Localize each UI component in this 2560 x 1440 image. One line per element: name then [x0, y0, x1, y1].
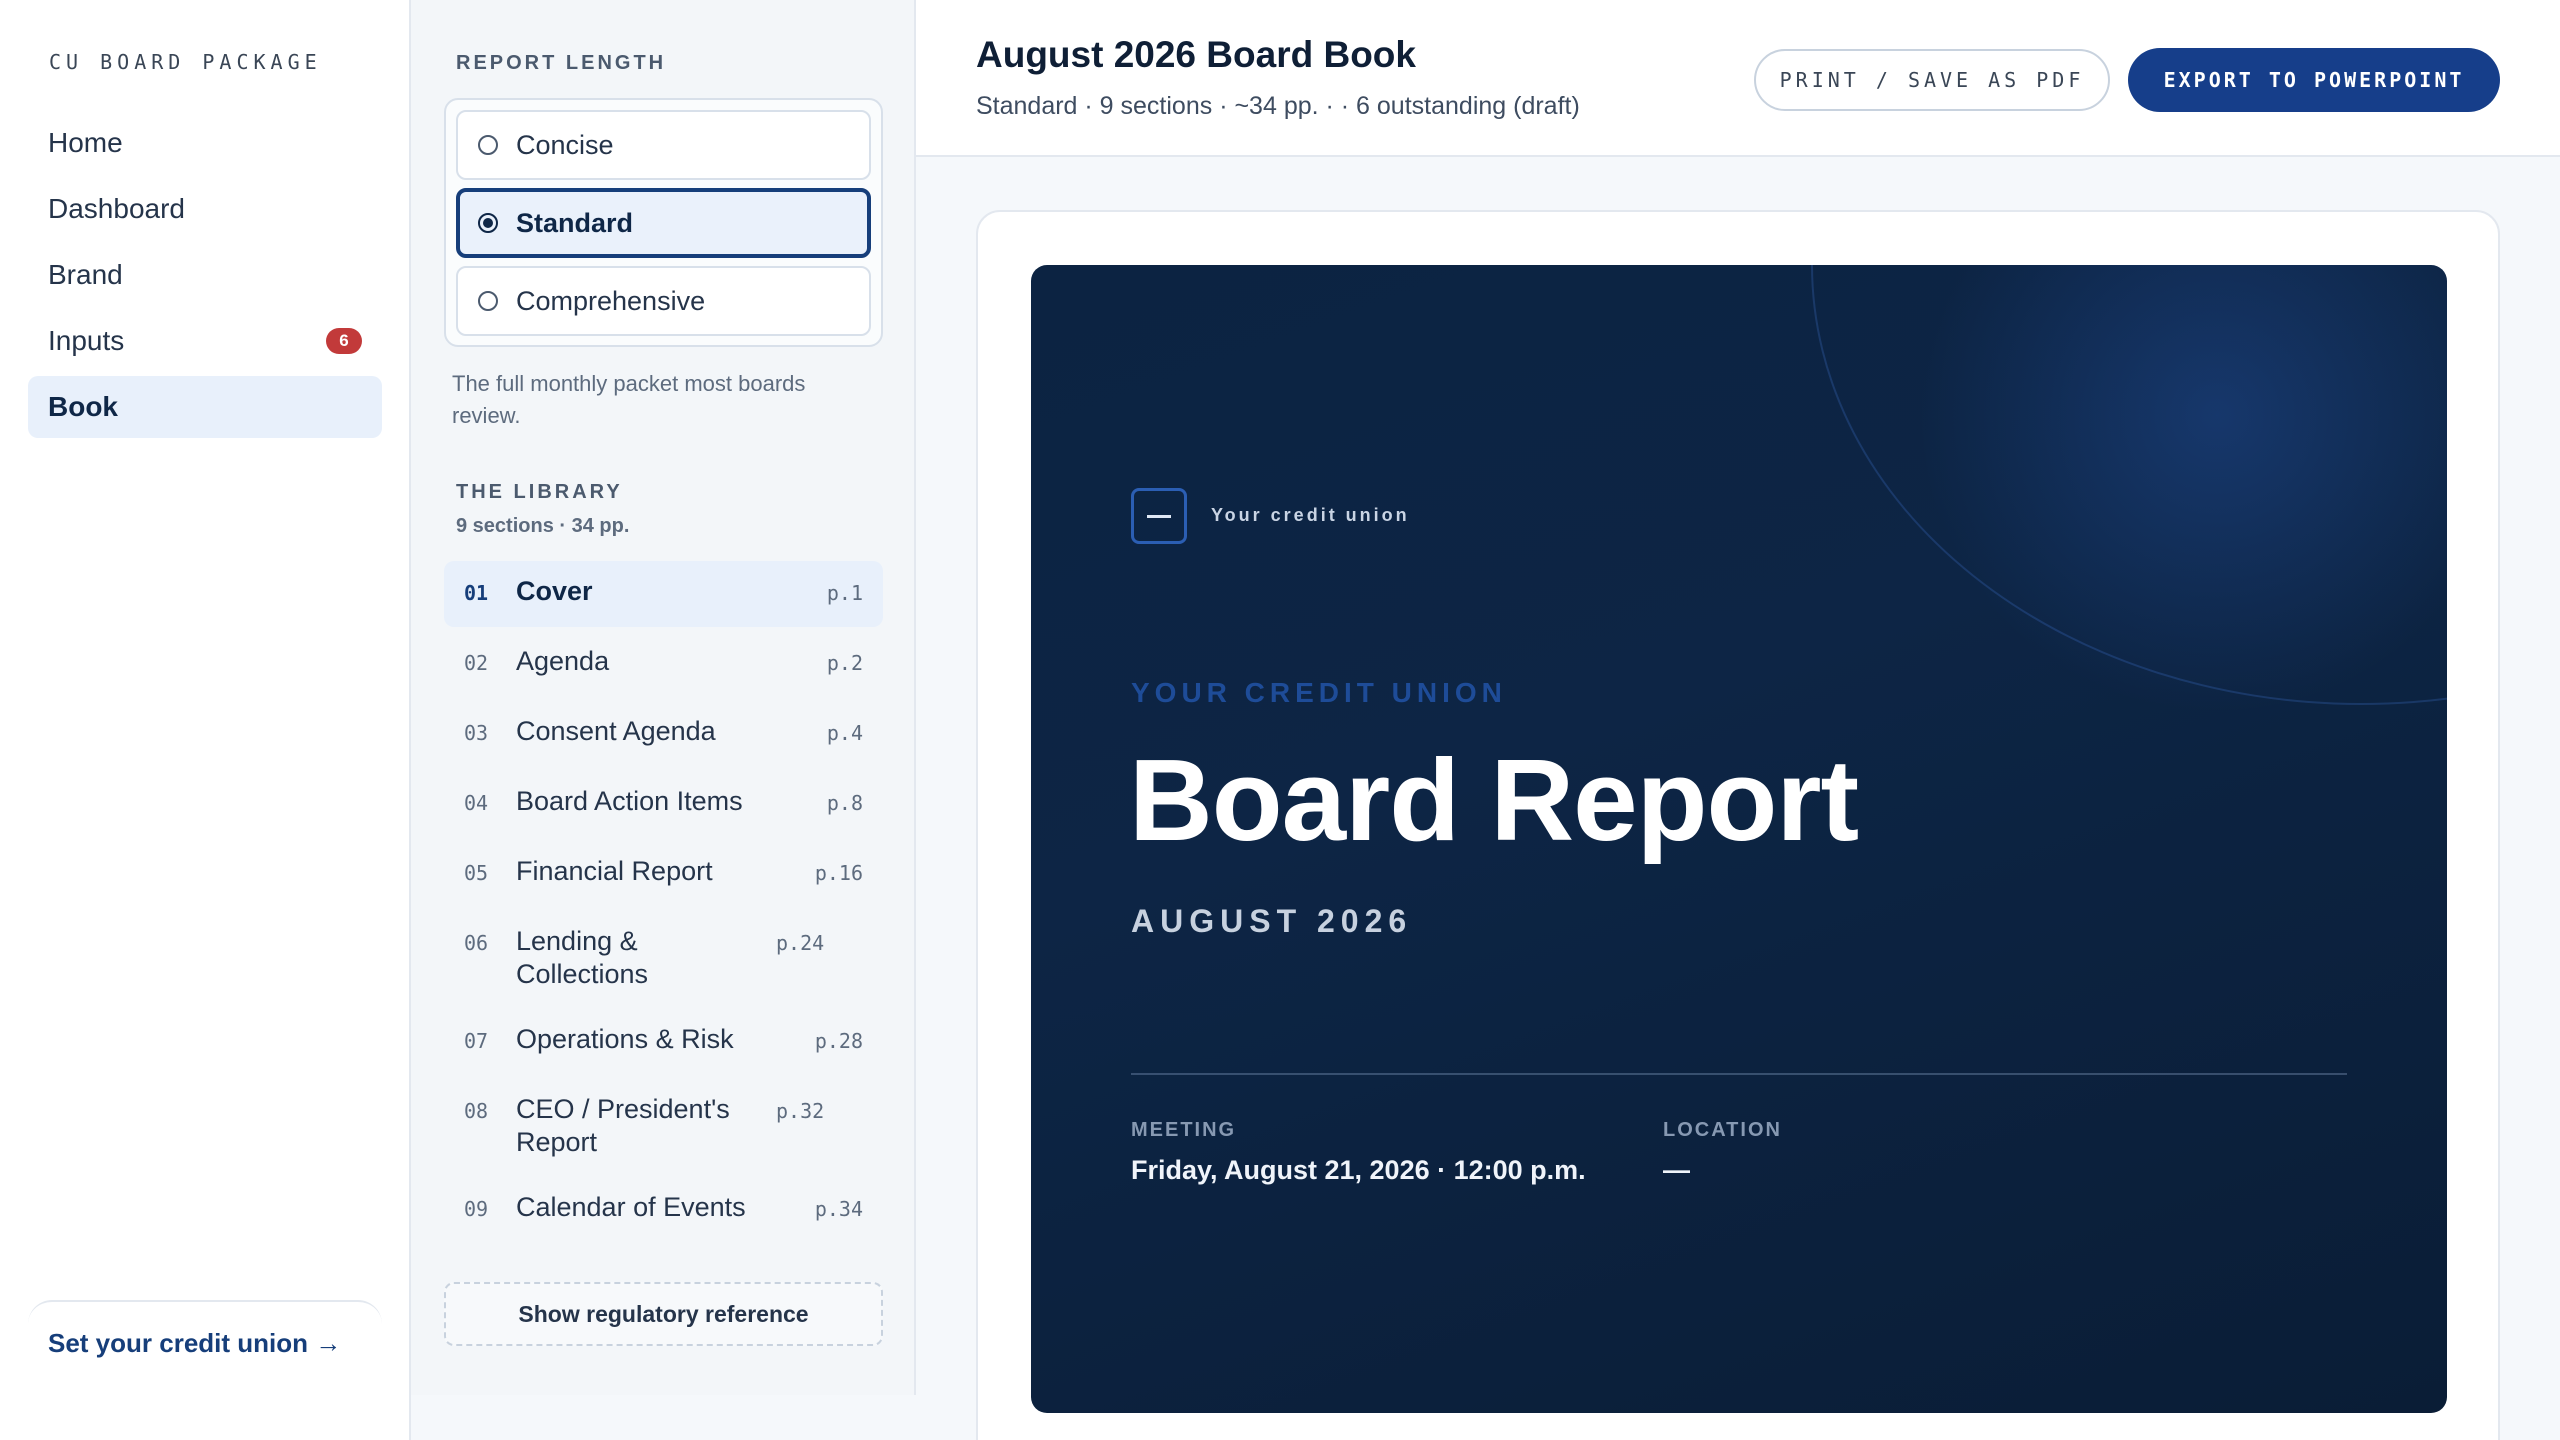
nav-item-label: Inputs [48, 325, 125, 356]
nav-item-label: Home [48, 127, 123, 158]
nav-item-brand[interactable]: Brand [28, 244, 382, 306]
section-title: Consent Agenda [516, 716, 716, 746]
section-number: 01 [464, 581, 489, 605]
section-page: p.8 [826, 791, 863, 815]
nav-item-label: Book [48, 391, 118, 422]
length-option-standard[interactable]: Standard [456, 188, 871, 258]
nav-item-label: Brand [48, 259, 123, 290]
library-item-ceo-report[interactable]: 08 CEO / President's Report p.32 [444, 1079, 883, 1173]
book-meta: Standard · 9 sections · ~34 pp. · · 6 ou… [976, 92, 1580, 120]
set-credit-union-link[interactable]: Set your credit union → [48, 1328, 341, 1358]
section-title: Operations & Risk [516, 1024, 734, 1054]
nav-list: Home Dashboard Brand Inputs 6 Book [28, 112, 382, 442]
report-length-options: Concise Standard Comprehensive [444, 98, 883, 347]
section-page: p.16 [814, 861, 863, 885]
section-title: Board Action Items [516, 786, 743, 816]
location-label: LOCATION [1663, 1119, 1782, 1141]
length-option-comprehensive[interactable]: Comprehensive [456, 266, 871, 336]
cover-divider [1131, 1073, 2347, 1075]
section-number: 02 [464, 651, 489, 675]
option-label: Standard [516, 207, 634, 238]
section-number: 03 [464, 721, 489, 745]
nav-item-inputs[interactable]: Inputs 6 [28, 310, 382, 372]
section-page: p.24 [776, 931, 825, 955]
cover-logo-text: Your credit union [1211, 505, 1410, 525]
nav-item-dashboard[interactable]: Dashboard [28, 178, 382, 240]
export-powerpoint-button[interactable]: EXPORT TO POWERPOINT [2128, 48, 2500, 112]
library-item-operations-risk[interactable]: 07 Operations & Risk p.28 [444, 1009, 883, 1075]
option-label: Concise [516, 129, 614, 160]
library-item-financial-report[interactable]: 05 Financial Report p.16 [444, 841, 883, 907]
app-brand: CU BOARD PACKAGE [49, 50, 322, 74]
library-section-list: 01 Cover p.1 02 Agenda p.2 03 Consent Ag… [444, 561, 883, 1247]
section-page: p.34 [814, 1197, 863, 1221]
nav-item-home[interactable]: Home [28, 112, 382, 174]
option-label: Comprehensive [516, 285, 706, 316]
length-option-concise[interactable]: Concise [456, 110, 871, 180]
section-title: Agenda [516, 646, 610, 676]
nav-item-book[interactable]: Book [28, 376, 382, 438]
library-item-agenda[interactable]: 02 Agenda p.2 [444, 631, 883, 697]
location-value: — [1663, 1155, 1690, 1185]
library-heading: THE LIBRARY [456, 481, 623, 503]
library-item-cover[interactable]: 01 Cover p.1 [444, 561, 883, 627]
section-page: p.28 [814, 1029, 863, 1053]
inputs-count-badge: 6 [326, 328, 362, 354]
library-item-board-action-items[interactable]: 04 Board Action Items p.8 [444, 771, 883, 837]
section-title: Lending & Collections [516, 926, 649, 989]
section-page: p.4 [826, 721, 863, 745]
library-item-calendar-of-events[interactable]: 09 Calendar of Events p.34 [444, 1177, 883, 1243]
library-item-consent-agenda[interactable]: 03 Consent Agenda p.4 [444, 701, 883, 767]
nav-footer: Set your credit union → [28, 1300, 382, 1410]
section-title: CEO / President's Report [516, 1094, 730, 1157]
section-number: 07 [464, 1029, 489, 1053]
nav-item-label: Dashboard [48, 193, 185, 224]
cover-date: AUGUST 2026 [1131, 903, 1413, 939]
radio-icon [478, 291, 498, 311]
cover-page: Your credit union YOUR CREDIT UNION Boar… [1031, 265, 2447, 1413]
section-page: p.2 [826, 651, 863, 675]
section-number: 06 [464, 931, 489, 955]
section-number: 04 [464, 791, 489, 815]
section-title: Cover [516, 576, 593, 606]
page-preview-card: Your credit union YOUR CREDIT UNION Boar… [976, 210, 2500, 1440]
library-subtitle: 9 sections · 34 pp. [456, 515, 630, 537]
show-regulatory-reference-button[interactable]: Show regulatory reference [444, 1282, 883, 1346]
section-number: 08 [464, 1099, 489, 1123]
radio-selected-icon [478, 213, 498, 233]
cover-arc-decoration [1811, 265, 2447, 705]
book-preview-area: August 2026 Board Book Standard · 9 sect… [916, 0, 2560, 1440]
section-page: p.1 [826, 581, 863, 605]
section-title: Financial Report [516, 856, 713, 886]
section-number: 05 [464, 861, 489, 885]
book-config-panel: REPORT LENGTH Concise Standard Comprehen… [411, 0, 916, 1395]
page-title: August 2026 Board Book [976, 34, 1416, 75]
cu-logo-icon [1131, 488, 1187, 544]
cover-title: Board Report [1129, 735, 1859, 865]
section-title: Calendar of Events [516, 1192, 746, 1222]
meeting-label: MEETING [1131, 1119, 1237, 1141]
section-page: p.32 [776, 1099, 825, 1123]
print-save-pdf-button[interactable]: PRINT / SAVE AS PDF [1754, 49, 2110, 111]
book-header: August 2026 Board Book Standard · 9 sect… [916, 0, 2560, 157]
radio-icon [478, 135, 498, 155]
cover-eyebrow: YOUR CREDIT UNION [1131, 677, 1507, 708]
section-number: 09 [464, 1197, 489, 1221]
length-description: The full monthly packet most boards revi… [452, 371, 806, 428]
sidebar-nav: CU BOARD PACKAGE Home Dashboard Brand In… [0, 0, 411, 1440]
library-item-lending-collections[interactable]: 06 Lending & Collections p.24 [444, 911, 883, 1005]
report-length-heading: REPORT LENGTH [456, 52, 667, 74]
meeting-value: Friday, August 21, 2026 · 12:00 p.m. [1131, 1155, 1586, 1185]
